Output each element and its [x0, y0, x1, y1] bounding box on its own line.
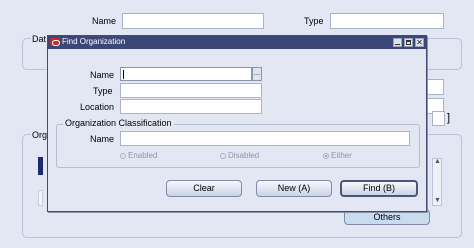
type-input[interactable]	[120, 83, 262, 98]
clear-button[interactable]: Clear	[166, 180, 242, 197]
bg-row-indicator-2	[38, 190, 43, 206]
name-input[interactable]	[120, 67, 252, 81]
radio-enabled-icon[interactable]	[120, 153, 126, 159]
location-label: Location	[80, 102, 115, 112]
bg-name-label: Name	[92, 16, 117, 26]
classification-name-label: Name	[90, 134, 115, 144]
classification-name-input[interactable]	[120, 131, 410, 146]
maximize-icon[interactable]	[404, 38, 413, 47]
radio-either-icon[interactable]	[323, 153, 329, 159]
radio-disabled[interactable]: Disabled	[220, 151, 259, 160]
radio-enabled[interactable]: Enabled	[120, 151, 157, 160]
bg-type-field[interactable]	[330, 13, 444, 29]
bg-right-field-1[interactable]	[427, 79, 444, 95]
bg-organizations-label: Org	[31, 130, 49, 140]
oracle-icon	[50, 38, 60, 46]
type-label: Type	[93, 86, 113, 96]
new-button[interactable]: New (A)	[256, 180, 332, 197]
dialog-titlebar[interactable]: Find Organization ✕	[48, 36, 426, 49]
name-lov-button[interactable]: ...	[252, 67, 262, 81]
find-organization-dialog: Find Organization ✕ Name ... Type Locati…	[47, 35, 427, 212]
location-input[interactable]	[120, 99, 262, 114]
close-icon[interactable]: ✕	[415, 38, 424, 47]
classification-group-label: Organization Classification	[63, 118, 174, 128]
bg-name-field[interactable]	[122, 13, 264, 29]
bg-dates-label: Dat	[31, 34, 48, 44]
scroll-up-icon[interactable]: ▲	[434, 158, 441, 165]
dialog-title: Find Organization	[62, 37, 126, 46]
name-label: Name	[90, 70, 115, 80]
bg-type-label: Type	[304, 16, 324, 26]
find-button[interactable]: Find (B)	[340, 180, 418, 197]
minimize-icon[interactable]	[393, 38, 402, 47]
bg-bracket-close: ]	[447, 112, 451, 124]
scroll-down-icon[interactable]: ▼	[434, 197, 441, 204]
bg-checkbox-field[interactable]	[432, 111, 445, 126]
bg-row-indicator	[38, 157, 43, 175]
radio-either[interactable]: Either	[323, 151, 352, 160]
radio-disabled-icon[interactable]	[220, 153, 226, 159]
